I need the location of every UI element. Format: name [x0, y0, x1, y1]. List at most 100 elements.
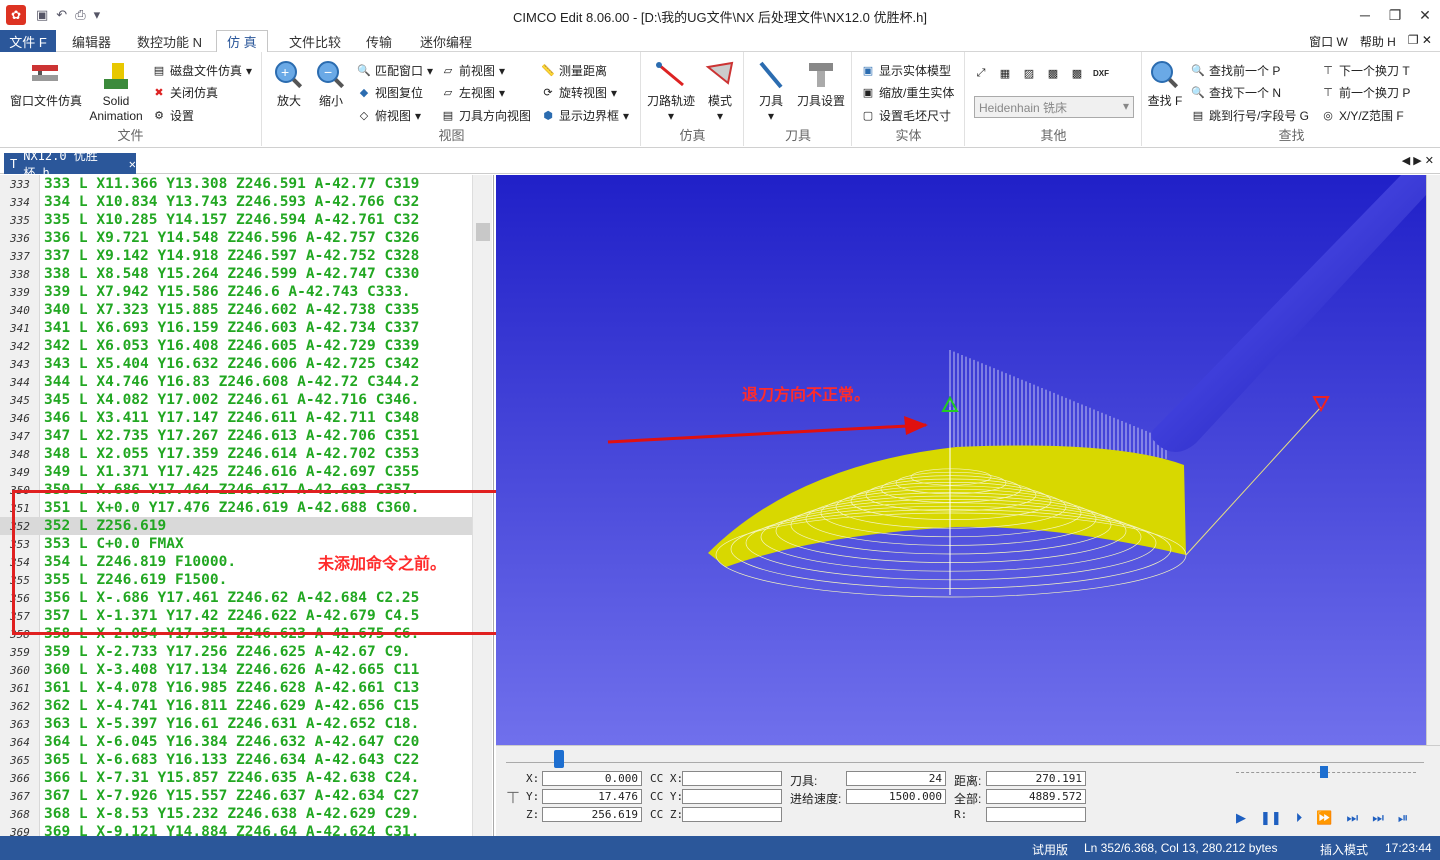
sim-progress-thumb[interactable] — [554, 750, 564, 768]
stock-size-button[interactable]: ▢ 设置毛坯尺寸 — [861, 107, 951, 124]
step-icon[interactable]: ⏵ — [1296, 810, 1303, 826]
code-line[interactable]: 363 363 L X-5.397 Y16.61 Z246.631 A-42.65… — [0, 715, 472, 733]
code-line[interactable]: 342 342 L X6.053 Y16.408 Z246.605 A-42.72… — [0, 337, 472, 355]
code-line[interactable]: 345 345 L X4.082 Y17.002 Z246.61 A-42.716… — [0, 391, 472, 409]
solid-animation-button[interactable]: Solid Animation — [86, 58, 146, 124]
tool-setup-button[interactable]: 刀具设置 — [795, 58, 847, 109]
code-line[interactable]: 336 336 L X9.721 Y14.548 Z246.596 A-42.75… — [0, 229, 472, 247]
file-tab[interactable]: 文件 F — [0, 30, 56, 52]
code-line[interactable]: 347 347 L X2.735 Y17.267 Z246.613 A-42.70… — [0, 427, 472, 445]
code-line[interactable]: 352 352 L Z256.619 — [0, 517, 472, 535]
code-line[interactable]: 358 358 L X-2.054 Y17.351 Z246.623 A-42.6… — [0, 625, 472, 643]
ribbon-minimize-icon[interactable]: ❐ ✕ — [1408, 33, 1432, 50]
code-line[interactable]: 367 367 L X-7.926 Y15.557 Z246.637 A-42.6… — [0, 787, 472, 805]
tool-button[interactable]: 刀具 ▾ — [751, 58, 791, 124]
code-line[interactable]: 360 360 L X-3.408 Y17.134 Z246.626 A-42.6… — [0, 661, 472, 679]
find-button[interactable]: 查找 F — [1147, 58, 1183, 109]
tab-simulation[interactable]: 仿 真 — [216, 30, 268, 53]
export-icon[interactable]: ⤢ — [974, 66, 988, 80]
stl-icon[interactable]: ▦ — [998, 66, 1012, 80]
code-line[interactable]: 362 362 L X-4.741 Y16.811 Z246.629 A-42.6… — [0, 697, 472, 715]
play-icon[interactable]: ▶ — [1236, 810, 1246, 826]
code-line[interactable]: 350 350 L X.686 Y17.464 Z246.617 A-42.693… — [0, 481, 472, 499]
zoom-regen-button[interactable]: ▣ 缩放/重生实体 — [861, 84, 955, 101]
customize-toolbar-icon[interactable]: ▾ — [94, 7, 101, 23]
document-tab[interactable]: T NX12.0 优胜杯.h ✕ — [4, 149, 136, 180]
tab-file-compare[interactable]: 文件比较 — [289, 30, 341, 52]
tab-transfer[interactable]: 传输 — [366, 30, 392, 52]
bounding-box-button[interactable]: ⬢ 显示边界框 ▾ — [541, 107, 629, 124]
code-line[interactable]: 337 337 L X9.142 Y14.918 Z246.597 A-42.75… — [0, 247, 472, 265]
grid-icon[interactable]: ▩ — [1046, 66, 1060, 80]
mode-button[interactable]: 模式 ▾ — [700, 58, 740, 124]
find-prev-button[interactable]: 🔍 查找前一个 P — [1191, 62, 1280, 79]
zoom-in-button[interactable]: + 放大 — [271, 58, 307, 109]
tool-direction-view-button[interactable]: ▤ 刀具方向视图 — [441, 107, 531, 124]
app-logo-icon[interactable]: ✿ — [6, 5, 26, 25]
undo-icon[interactable]: ↶ — [56, 7, 67, 23]
save-icon[interactable]: ▣ — [36, 7, 48, 23]
simulation-viewport[interactable]: 退刀方向不正常。 — [496, 175, 1426, 745]
goto-line-button[interactable]: ▤ 跳到行号/字段号 G — [1191, 107, 1309, 124]
code-line[interactable]: 368 368 L X-8.53 Y15.232 Z246.638 A-42.62… — [0, 805, 472, 823]
machine-select[interactable]: Heidenhain 铣床 ▾ — [974, 96, 1134, 118]
editor-scrollbar[interactable] — [472, 175, 492, 836]
fit-window-button[interactable]: 🔍 匹配窗口 ▾ — [357, 62, 433, 79]
viewport-scrollbar[interactable] — [1426, 175, 1440, 745]
tab-nav-icon[interactable]: ◀ ▶ ✕ — [1402, 154, 1434, 167]
code-line[interactable]: 351 351 L X+0.0 Y17.476 Z246.619 A-42.688… — [0, 499, 472, 517]
next-tool-play-icon[interactable]: ⏯ — [1398, 810, 1408, 826]
tab-mini-programming[interactable]: 迷你编程 — [420, 30, 472, 52]
menu-help[interactable]: 帮助 H — [1360, 33, 1396, 50]
code-line[interactable]: 338 338 L X8.548 Y15.264 Z246.599 A-42.74… — [0, 265, 472, 283]
code-line[interactable]: 366 366 L X-7.31 Y15.857 Z246.635 A-42.63… — [0, 769, 472, 787]
minimize-icon[interactable]: ─ — [1350, 0, 1380, 30]
speed-slider-thumb[interactable] — [1320, 766, 1328, 778]
code-line[interactable]: 344 344 L X4.746 Y16.83 Z246.608 A-42.72 … — [0, 373, 472, 391]
grid-export-icon[interactable]: ▩ — [1070, 66, 1084, 80]
restore-icon[interactable]: ❐ — [1380, 0, 1410, 30]
code-line[interactable]: 356 356 L X-.686 Y17.461 Z246.62 A-42.684… — [0, 589, 472, 607]
to-end-icon[interactable]: ⏭ — [1372, 810, 1384, 826]
code-line[interactable]: 348 348 L X2.055 Y17.359 Z246.614 A-42.70… — [0, 445, 472, 463]
dxf-icon[interactable]: DXF — [1093, 66, 1109, 80]
front-view-button[interactable]: ▱ 前视图 ▾ — [441, 62, 505, 79]
code-line[interactable]: 365 365 L X-6.683 Y16.133 Z246.634 A-42.6… — [0, 751, 472, 769]
code-line[interactable]: 335 335 L X10.285 Y14.157 Z246.594 A-42.7… — [0, 211, 472, 229]
tab-editor[interactable]: 编辑器 — [72, 30, 111, 52]
disk-file-sim-button[interactable]: ▤ 磁盘文件仿真 ▾ — [152, 62, 252, 79]
code-line[interactable]: 359 359 L X-2.733 Y17.256 Z246.625 A-42.6… — [0, 643, 472, 661]
code-line[interactable]: 334 334 L X10.834 Y13.743 Z246.593 A-42.7… — [0, 193, 472, 211]
menu-window[interactable]: 窗口 W — [1309, 33, 1348, 50]
image-icon[interactable]: ▨ — [1022, 66, 1036, 80]
next-tool-change-button[interactable]: ⊤ 下一个换刀 T — [1321, 62, 1409, 79]
code-line[interactable]: 349 349 L X1.371 Y17.425 Z246.616 A-42.69… — [0, 463, 472, 481]
view-reset-button[interactable]: ◆ 视图复位 — [357, 84, 423, 101]
pause-icon[interactable]: ❚❚ — [1260, 810, 1282, 826]
tab-close-icon[interactable]: ✕ — [129, 157, 136, 171]
code-line[interactable]: 341 341 L X6.693 Y16.159 Z246.603 A-42.73… — [0, 319, 472, 337]
toolpath-button[interactable]: 刀路轨迹 ▾ — [646, 58, 696, 124]
step-over-icon[interactable]: ⏭ — [1346, 810, 1358, 826]
window-file-sim-button[interactable]: 窗口文件仿真 — [8, 58, 84, 109]
fast-forward-icon[interactable]: ⏩ — [1316, 810, 1332, 826]
top-view-button[interactable]: ◇ 俯视图 ▾ — [357, 107, 421, 124]
code-line[interactable]: 346 346 L X3.411 Y17.147 Z246.611 A-42.71… — [0, 409, 472, 427]
find-next-button[interactable]: 🔍 查找下一个 N — [1191, 84, 1281, 101]
tab-nc-functions[interactable]: 数控功能 N — [137, 30, 202, 52]
code-line[interactable]: 357 357 L X-1.371 Y17.42 Z246.622 A-42.67… — [0, 607, 472, 625]
measure-distance-button[interactable]: 📏 测量距离 — [541, 62, 607, 79]
zoom-out-button[interactable]: − 缩小 — [313, 58, 349, 109]
xyz-range-button[interactable]: ◎ X/Y/Z范围 F — [1321, 107, 1403, 124]
prev-tool-change-button[interactable]: ⊤ 前一个换刀 P — [1321, 84, 1410, 101]
rotate-view-button[interactable]: ⟳ 旋转视图 ▾ — [541, 84, 617, 101]
code-line[interactable]: 340 340 L X7.323 Y15.885 Z246.602 A-42.73… — [0, 301, 472, 319]
settings-button[interactable]: ⚙ 设置 — [152, 107, 194, 124]
code-editor[interactable]: 333 333 L X11.366 Y13.308 Z246.591 A-42.7… — [0, 175, 494, 836]
close-icon[interactable]: ✕ — [1410, 0, 1440, 30]
left-view-button[interactable]: ▱ 左视图 ▾ — [441, 84, 505, 101]
scrollbar-thumb[interactable] — [476, 223, 490, 241]
show-solid-model-button[interactable]: ▣ 显示实体模型 — [861, 62, 951, 79]
code-line[interactable]: 369 369 L X-9.121 Y14.884 Z246.64 A-42.62… — [0, 823, 472, 836]
code-line[interactable]: 361 361 L X-4.078 Y16.985 Z246.628 A-42.6… — [0, 679, 472, 697]
